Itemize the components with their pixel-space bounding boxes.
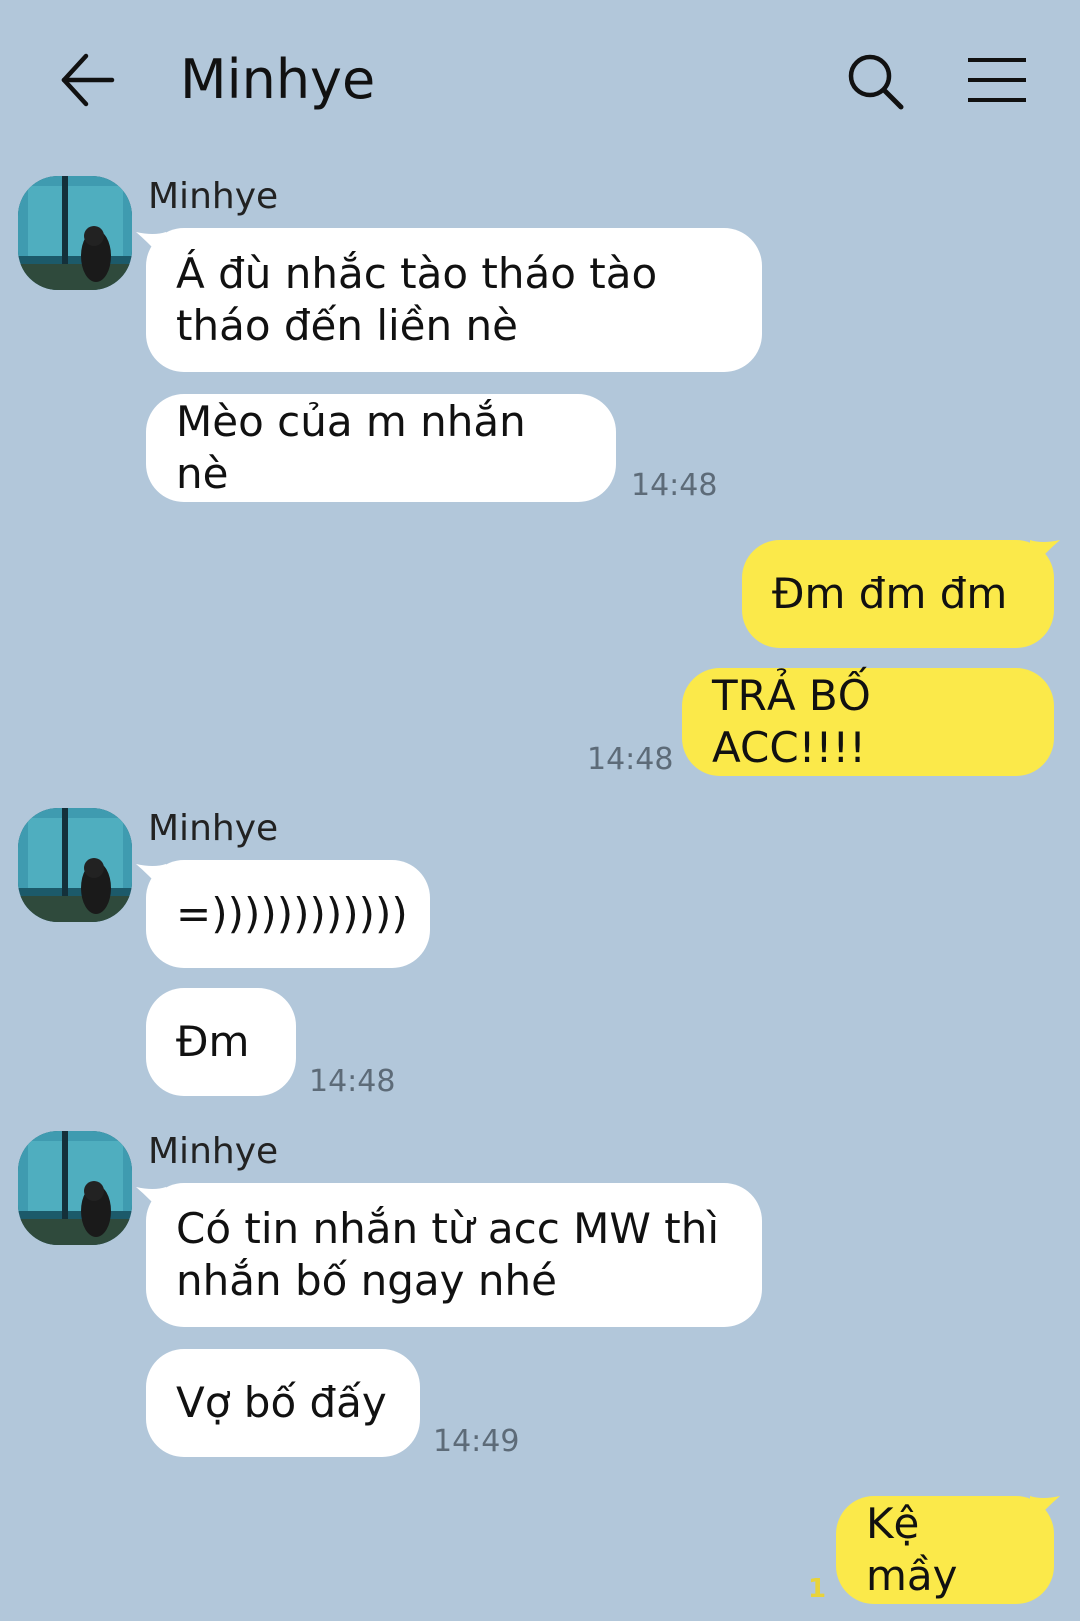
chat-header: Minhye [0, 0, 1080, 165]
message-time: 14:48 [309, 1064, 396, 1099]
search-icon [848, 54, 904, 110]
message-bubble[interactable]: =)))))))))))) [146, 860, 430, 968]
avatar[interactable] [18, 808, 132, 922]
sender-name: Minhye [148, 808, 279, 849]
avatar-photo-icon [18, 176, 132, 290]
message-bubble[interactable]: Đm đm đm [742, 540, 1054, 648]
avatar[interactable] [18, 176, 132, 290]
message-bubble[interactable]: TRẢ BỐ ACC!!!! [682, 668, 1054, 776]
chat-title: Minhye [180, 48, 376, 111]
message-time: 14:48 [631, 468, 718, 503]
avatar-photo-icon [18, 808, 132, 922]
message-bubble[interactable]: Mèo của m nhắn nè [146, 394, 616, 502]
hamburger-menu-icon [968, 58, 1026, 102]
message-time: 14:49 [433, 1424, 520, 1459]
avatar-photo-icon [18, 1131, 132, 1245]
arrow-left-icon [61, 53, 115, 107]
message-bubble[interactable]: Vợ bố đấy [146, 1349, 420, 1457]
message-bubble[interactable]: Kệ mầy [836, 1496, 1054, 1604]
menu-button[interactable] [966, 56, 1028, 104]
sender-name: Minhye [148, 1131, 279, 1172]
back-button[interactable] [58, 52, 118, 108]
avatar[interactable] [18, 1131, 132, 1245]
message-time: 14:48 [587, 742, 674, 777]
search-button[interactable] [846, 52, 906, 112]
message-bubble[interactable]: Đm [146, 988, 296, 1096]
unread-count: 1 [808, 1574, 827, 1604]
message-bubble[interactable]: Á đù nhắc tào tháo tào tháo đến liền nè [146, 228, 762, 372]
message-bubble[interactable]: Có tin nhắn từ acc MW thì nhắn bố ngay n… [146, 1183, 762, 1327]
sender-name: Minhye [148, 176, 279, 217]
